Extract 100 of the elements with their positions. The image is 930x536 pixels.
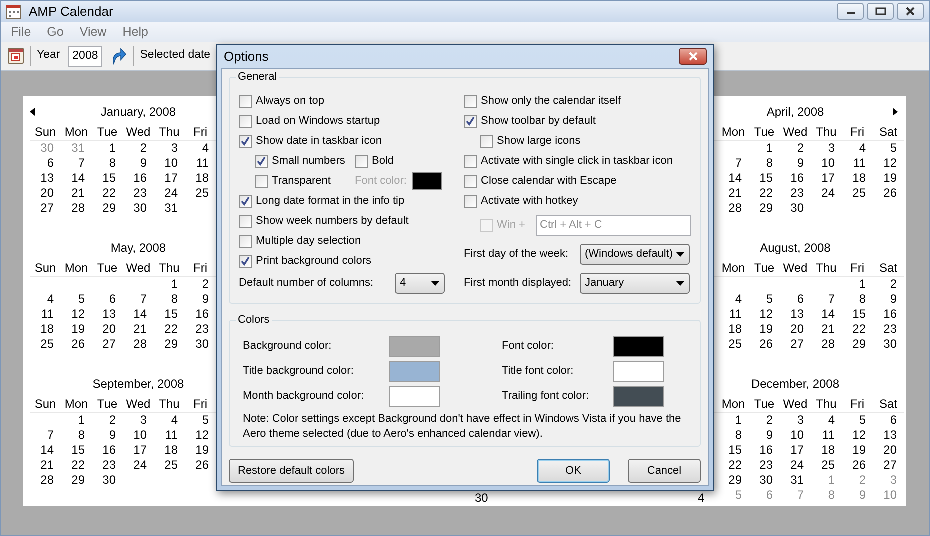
day-number[interactable]: 23 xyxy=(873,322,904,337)
day-number[interactable]: 21 xyxy=(123,322,154,337)
day-number[interactable]: 23 xyxy=(749,458,780,473)
day-number[interactable]: 29 xyxy=(154,337,185,352)
day-number[interactable]: 22 xyxy=(749,186,780,201)
day-number[interactable]: 12 xyxy=(61,307,92,322)
day-number[interactable]: 7 xyxy=(718,156,749,171)
day-number[interactable]: 19 xyxy=(185,443,216,458)
day-number[interactable]: 11 xyxy=(154,428,185,443)
day-number[interactable]: 5 xyxy=(185,413,216,428)
day-number[interactable]: 1 xyxy=(61,413,92,428)
day-number[interactable]: 21 xyxy=(61,186,92,201)
day-number[interactable]: 20 xyxy=(780,322,811,337)
day-number[interactable]: 11 xyxy=(30,307,61,322)
day-number[interactable]: 12 xyxy=(842,428,873,443)
day-number[interactable]: 22 xyxy=(154,322,185,337)
day-number[interactable]: 14 xyxy=(61,171,92,186)
color-swatch[interactable] xyxy=(412,172,442,190)
day-number[interactable]: 9 xyxy=(873,292,904,307)
day-number[interactable]: 10 xyxy=(811,156,842,171)
dropdown[interactable]: January xyxy=(580,272,690,294)
day-number[interactable]: 29 xyxy=(749,201,780,216)
day-number[interactable]: 8 xyxy=(154,292,185,307)
color-swatch[interactable] xyxy=(389,361,440,382)
day-number[interactable]: 17 xyxy=(123,443,154,458)
day-number[interactable]: 10 xyxy=(123,428,154,443)
day-number[interactable]: 7 xyxy=(30,428,61,443)
dropdown[interactable]: (Windows default) xyxy=(580,244,690,264)
next-arrow-icon[interactable] xyxy=(893,108,898,116)
day-number[interactable]: 1 xyxy=(718,413,749,428)
day-number[interactable]: 27 xyxy=(30,201,61,216)
ok-button[interactable]: OK xyxy=(537,459,610,483)
minimize-button[interactable] xyxy=(837,3,864,20)
day-number[interactable]: 18 xyxy=(811,443,842,458)
day-number[interactable]: 6 xyxy=(92,292,123,307)
day-number[interactable]: 25 xyxy=(185,186,216,201)
day-number[interactable]: 2 xyxy=(749,413,780,428)
day-number[interactable]: 20 xyxy=(92,322,123,337)
day-number[interactable]: 15 xyxy=(749,171,780,186)
calendar-icon[interactable] xyxy=(8,48,24,64)
day-number[interactable]: 3 xyxy=(811,141,842,156)
day-number[interactable]: 22 xyxy=(92,186,123,201)
previous-arrow-icon[interactable] xyxy=(30,108,35,116)
day-number[interactable]: 4 xyxy=(154,413,185,428)
day-number[interactable]: 18 xyxy=(154,443,185,458)
day-number[interactable]: 19 xyxy=(749,322,780,337)
checkbox[interactable] xyxy=(239,94,252,108)
close-button[interactable] xyxy=(679,48,707,65)
day-number[interactable]: 30 xyxy=(185,337,216,352)
day-number[interactable]: 8 xyxy=(749,156,780,171)
day-number[interactable]: 24 xyxy=(123,458,154,473)
day-number[interactable]: 7 xyxy=(811,292,842,307)
day-number[interactable]: 13 xyxy=(92,307,123,322)
day-number[interactable]: 23 xyxy=(123,186,154,201)
day-number[interactable]: 23 xyxy=(92,458,123,473)
day-number[interactable]: 8 xyxy=(61,428,92,443)
day-number[interactable]: 6 xyxy=(30,156,61,171)
day-number[interactable]: 27 xyxy=(780,337,811,352)
day-number[interactable]: 1 xyxy=(842,277,873,292)
day-number[interactable]: 8 xyxy=(718,428,749,443)
day-number[interactable]: 4 xyxy=(30,292,61,307)
day-number[interactable]: 24 xyxy=(780,458,811,473)
checkbox[interactable] xyxy=(239,254,252,268)
day-number[interactable]: 30 xyxy=(873,337,904,352)
day-number[interactable]: 23 xyxy=(780,186,811,201)
day-number[interactable]: 16 xyxy=(780,171,811,186)
day-number[interactable]: 19 xyxy=(873,171,904,186)
day-number[interactable]: 4 xyxy=(185,141,216,156)
close-button[interactable] xyxy=(897,3,924,20)
color-swatch[interactable] xyxy=(613,336,664,357)
day-number[interactable]: 10 xyxy=(780,428,811,443)
day-number[interactable]: 25 xyxy=(718,337,749,352)
day-number[interactable]: 15 xyxy=(842,307,873,322)
day-number[interactable]: 13 xyxy=(873,428,904,443)
day-number[interactable]: 1 xyxy=(154,277,185,292)
day-number[interactable]: 22 xyxy=(718,458,749,473)
day-number[interactable]: 2 xyxy=(780,141,811,156)
restore-button[interactable]: Restore default colors xyxy=(229,459,354,483)
day-number[interactable]: 1 xyxy=(749,141,780,156)
day-number[interactable]: 22 xyxy=(61,458,92,473)
day-number[interactable]: 14 xyxy=(718,171,749,186)
menu-item[interactable]: View xyxy=(74,22,113,42)
checkbox[interactable] xyxy=(239,194,252,208)
day-number[interactable]: 30 xyxy=(92,473,123,488)
day-number[interactable]: 9 xyxy=(749,428,780,443)
day-number[interactable]: 12 xyxy=(749,307,780,322)
day-number[interactable]: 21 xyxy=(30,458,61,473)
day-number[interactable]: 4 xyxy=(718,292,749,307)
day-number[interactable]: 30 xyxy=(780,201,811,216)
day-number[interactable]: 16 xyxy=(185,307,216,322)
day-number[interactable]: 9 xyxy=(123,156,154,171)
checkbox[interactable] xyxy=(239,114,252,128)
day-number[interactable]: 29 xyxy=(718,473,749,488)
checkbox[interactable] xyxy=(480,134,493,148)
day-number[interactable]: 26 xyxy=(842,458,873,473)
day-number[interactable]: 11 xyxy=(185,156,216,171)
day-number[interactable]: 11 xyxy=(842,156,873,171)
day-number[interactable]: 16 xyxy=(873,307,904,322)
day-number[interactable]: 9 xyxy=(185,292,216,307)
checkbox[interactable] xyxy=(464,154,477,168)
